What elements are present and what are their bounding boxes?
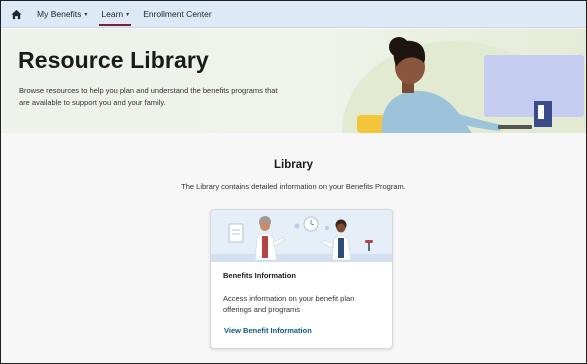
- nav-item-enrollment-center[interactable]: Enrollment Center: [143, 1, 212, 28]
- card-title: Benefits Information: [223, 271, 296, 280]
- view-benefit-information-link[interactable]: View Benefit Information: [224, 326, 312, 335]
- hero-banner: Resource Library Browse resources to hel…: [2, 29, 586, 133]
- library-title: Library: [274, 159, 313, 171]
- chevron-down-icon: ▾: [126, 11, 130, 18]
- benefits-information-card[interactable]: Benefits Information Access information …: [210, 209, 393, 349]
- home-icon[interactable]: [11, 7, 25, 21]
- nav-item-learn[interactable]: Learn ▾: [99, 1, 131, 28]
- hero-description: Browse resources to help you plan and un…: [19, 86, 278, 107]
- nav-item-my-benefits[interactable]: My Benefits ▾: [37, 1, 87, 28]
- nav-item-label: My Benefits: [37, 9, 82, 19]
- chevron-down-icon: ▾: [84, 11, 88, 18]
- top-nav: My Benefits ▾ Learn ▾ Enrollment Center: [1, 1, 586, 28]
- library-subtitle: The Library contains detailed informatio…: [181, 182, 406, 191]
- doctors-illustration: [211, 210, 392, 262]
- page: My Benefits ▾ Learn ▾ Enrollment Center …: [0, 0, 587, 364]
- nav-item-label: Learn: [101, 9, 124, 19]
- card-description: Access information on your benefit plan …: [223, 294, 355, 314]
- nav-item-label: Enrollment Center: [143, 9, 212, 19]
- page-title: Resource Library: [18, 47, 209, 73]
- woman-at-computer-illustration: [342, 37, 586, 133]
